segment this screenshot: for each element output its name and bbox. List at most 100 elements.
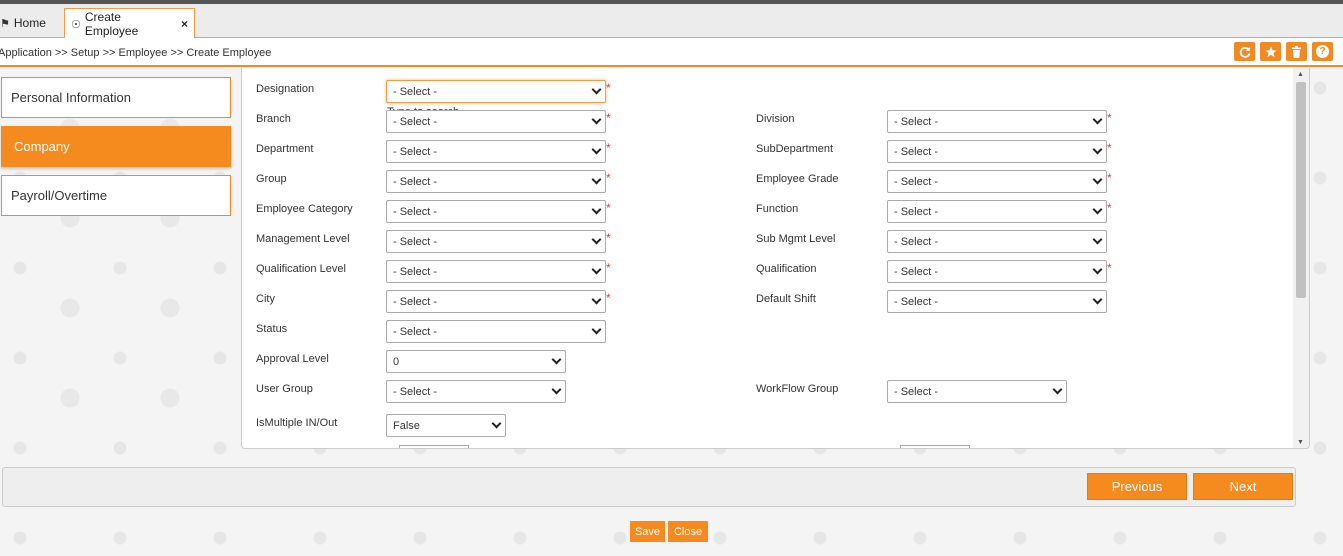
workflow-group-value: - Select -	[894, 385, 939, 398]
help-icon: ?	[1316, 45, 1329, 58]
sidebar-item-label: Company	[14, 139, 70, 154]
chevron-down-icon	[551, 384, 562, 395]
is-multiple-inout-select[interactable]: False	[386, 414, 506, 437]
approval-level-label: Approval Level	[256, 353, 329, 365]
chevron-down-icon	[591, 324, 602, 335]
tab-create-employee-label: Create Employee	[84, 10, 139, 38]
branch-select[interactable]: - Select -	[386, 110, 606, 133]
designation-select[interactable]: - Select -	[386, 80, 606, 103]
tab-create-employee[interactable]: ☉ Create Employee ×	[64, 8, 195, 39]
group-label: Group	[256, 173, 287, 185]
management-level-select[interactable]: - Select -	[386, 230, 606, 253]
chevron-down-icon	[1052, 384, 1063, 395]
employee-grade-label: Employee Grade	[756, 173, 839, 185]
favorite-button[interactable]	[1260, 42, 1281, 61]
qualification-level-label: Qualification Level	[256, 263, 346, 275]
employee-grade-select[interactable]: - Select -	[887, 170, 1107, 193]
chevron-down-icon	[591, 204, 602, 215]
qualification-level-select[interactable]: - Select -	[386, 260, 606, 283]
subdepartment-value: - Select -	[894, 145, 939, 158]
required-mark: *	[606, 291, 611, 305]
department-value: - Select -	[393, 145, 438, 158]
division-select[interactable]: - Select -	[887, 110, 1107, 133]
function-value: - Select -	[894, 205, 939, 218]
star-icon	[1265, 46, 1276, 57]
breadcrumb: Application >> Setup >> Employee >> Crea…	[0, 47, 272, 59]
sub-mgmt-level-label: Sub Mgmt Level	[756, 233, 836, 245]
required-mark: *	[606, 141, 611, 155]
chevron-down-icon	[1092, 174, 1103, 185]
required-mark: *	[606, 111, 611, 125]
close-button[interactable]: Close	[668, 521, 708, 542]
workflow-group-select[interactable]: - Select -	[887, 380, 1067, 403]
management-level-value: - Select -	[393, 235, 438, 248]
home-icon: ⚑	[0, 17, 10, 30]
sub-mgmt-level-select[interactable]: - Select -	[887, 230, 1107, 253]
company-form-panel: Designation - Select - * Type to search …	[241, 68, 1310, 449]
help-button[interactable]: ?	[1312, 42, 1333, 61]
chevron-down-icon	[1092, 144, 1103, 155]
default-shift-select[interactable]: - Select -	[887, 290, 1107, 313]
refresh-button[interactable]	[1234, 42, 1255, 61]
sidebar-item-label: Personal Information	[11, 90, 131, 105]
department-label: Department	[256, 143, 314, 155]
tab-bar: ⚑ Home ☉ Create Employee ×	[0, 4, 1343, 39]
approval-level-select[interactable]: 0	[386, 350, 566, 373]
chevron-down-icon	[1092, 234, 1103, 245]
next-button[interactable]: Next	[1193, 473, 1293, 500]
status-select[interactable]: - Select -	[386, 320, 606, 343]
chevron-down-icon	[1092, 294, 1103, 305]
branch-label: Branch	[256, 113, 291, 125]
qualification-select[interactable]: - Select -	[887, 260, 1107, 283]
chevron-down-icon	[591, 174, 602, 185]
default-shift-value: - Select -	[894, 295, 939, 308]
tab-home-label: Home	[13, 16, 46, 30]
group-select[interactable]: - Select -	[386, 170, 606, 193]
scroll-down-arrow-icon[interactable]: ▼	[1297, 439, 1304, 446]
sidebar-item-company[interactable]: Company	[1, 126, 231, 167]
tab-home[interactable]: ⚑ Home	[0, 8, 52, 38]
employee-category-select[interactable]: - Select -	[386, 200, 606, 223]
partial-field-cutoff	[900, 445, 970, 448]
department-select[interactable]: - Select -	[386, 140, 606, 163]
employee-category-label: Employee Category	[256, 203, 353, 215]
city-select[interactable]: - Select -	[386, 290, 606, 313]
designation-value: - Select -	[393, 85, 438, 98]
user-group-select[interactable]: - Select -	[386, 380, 566, 403]
sidebar-item-personal-information[interactable]: Personal Information	[1, 77, 231, 118]
city-value: - Select -	[393, 295, 438, 308]
subdepartment-select[interactable]: - Select -	[887, 140, 1107, 163]
required-mark: *	[606, 261, 611, 275]
delete-button[interactable]	[1286, 42, 1307, 61]
function-select[interactable]: - Select -	[887, 200, 1107, 223]
chevron-down-icon	[591, 84, 602, 95]
globe-icon: ☉	[71, 18, 81, 31]
save-button[interactable]: Save	[630, 521, 665, 542]
user-group-label: User Group	[256, 383, 313, 395]
breadcrumb-bar: Application >> Setup >> Employee >> Crea…	[0, 38, 1343, 67]
user-group-value: - Select -	[393, 385, 438, 398]
workflow-group-label: WorkFlow Group	[756, 383, 839, 395]
employee-category-value: - Select -	[393, 205, 438, 218]
required-mark: *	[606, 201, 611, 215]
qualification-label: Qualification	[756, 263, 817, 275]
group-value: - Select -	[393, 175, 438, 188]
chevron-down-icon	[591, 294, 602, 305]
required-mark: *	[606, 81, 611, 95]
qualification-level-value: - Select -	[393, 265, 438, 278]
close-tab-icon[interactable]: ×	[181, 17, 188, 31]
chevron-down-icon	[1092, 204, 1103, 215]
function-label: Function	[756, 203, 799, 215]
required-mark: *	[606, 231, 611, 245]
chevron-down-icon	[591, 234, 602, 245]
status-label: Status	[256, 323, 288, 335]
is-multiple-inout-value: False	[393, 419, 420, 432]
scrollbar-thumb[interactable]	[1296, 82, 1306, 298]
sidebar-item-label: Payroll/Overtime	[11, 188, 108, 203]
required-mark: *	[1107, 111, 1112, 125]
sidebar-item-payroll-overtime[interactable]: Payroll/Overtime	[1, 175, 231, 216]
management-level-label: Management Level	[256, 233, 350, 245]
scroll-up-arrow-icon[interactable]: ▲	[1297, 71, 1304, 78]
previous-button[interactable]: Previous	[1087, 473, 1187, 500]
vertical-scrollbar[interactable]: ▲ ▼	[1293, 68, 1309, 448]
